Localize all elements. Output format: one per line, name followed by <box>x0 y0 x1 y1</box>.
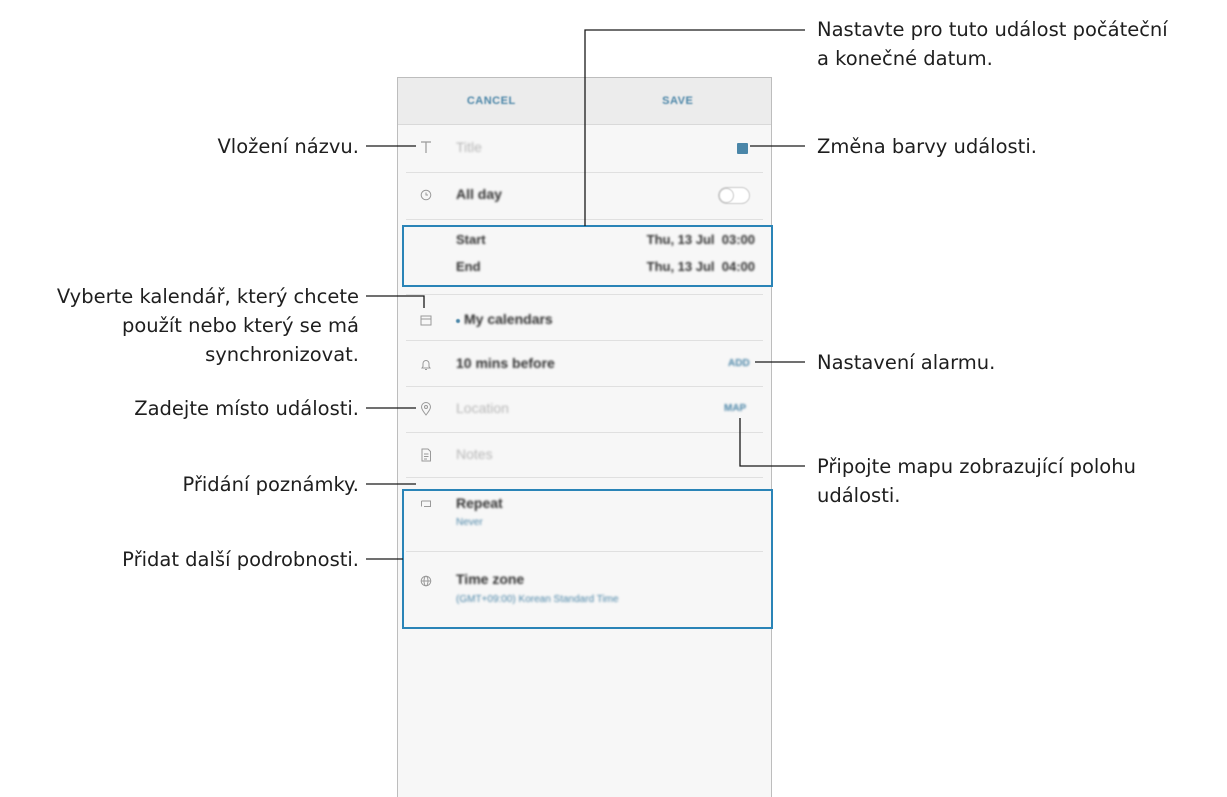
repeat-label: Repeat <box>456 495 503 511</box>
location-pin-icon <box>418 401 434 417</box>
callout-calendar: Vyberte kalendář, který chcete použít ne… <box>57 282 359 369</box>
callout-dates: Nastavte pro tuto událost počáteční a ko… <box>817 15 1168 73</box>
save-button[interactable]: SAVE <box>585 78 772 124</box>
alarm-label: 10 mins before <box>456 355 555 371</box>
note-icon <box>418 447 434 463</box>
text-icon <box>418 139 434 155</box>
callout-note: Přidání poznámky. <box>182 473 359 496</box>
end-value[interactable]: Thu, 13 Jul 04:00 <box>647 259 755 274</box>
callout-calendar-line1: Vyberte kalendář, který chcete <box>56 285 359 308</box>
divider <box>406 477 763 478</box>
timezone-value: (GMT+09:00) Korean Standard Time <box>456 594 619 605</box>
callout-dates-line1: Nastavte pro tuto událost počáteční <box>817 18 1168 41</box>
repeat-icon <box>418 496 434 512</box>
repeat-row[interactable]: Repeat Never <box>398 484 771 550</box>
title-row[interactable]: Title <box>398 124 771 172</box>
calendar-row[interactable]: My calendars <box>398 297 771 343</box>
calendar-label: My calendars <box>464 311 553 327</box>
alarm-row[interactable]: 10 mins before ADD <box>398 342 771 388</box>
callout-map-line2: události. <box>817 484 901 507</box>
start-row[interactable]: Start Thu, 13 Jul 03:00 <box>398 228 771 254</box>
callout-calendar-line3: synchronizovat. <box>205 343 359 366</box>
title-input[interactable]: Title <box>456 139 482 155</box>
repeat-value: Never <box>456 517 483 528</box>
start-value[interactable]: Thu, 13 Jul 03:00 <box>647 232 755 247</box>
callout-calendar-line2: použít nebo který se má <box>121 314 359 337</box>
cancel-button[interactable]: CANCEL <box>398 78 585 124</box>
divider <box>406 340 763 341</box>
divider <box>406 551 763 552</box>
timezone-label: Time zone <box>456 571 525 587</box>
callout-dates-line2: a konečné datum. <box>817 47 993 70</box>
callout-details: Přidat další podrobnosti. <box>122 548 359 571</box>
map-button[interactable]: MAP <box>724 403 746 414</box>
globe-icon <box>418 573 434 589</box>
end-label: End <box>456 259 481 274</box>
calendar-icon <box>418 312 434 328</box>
divider <box>406 219 763 220</box>
start-label: Start <box>456 232 486 247</box>
all-day-row[interactable]: All day <box>398 173 771 219</box>
location-input[interactable]: Location <box>456 400 509 416</box>
event-color-swatch[interactable] <box>737 143 748 154</box>
all-day-label: All day <box>456 186 502 202</box>
location-row[interactable]: Location MAP <box>398 387 771 433</box>
notes-input[interactable]: Notes <box>456 446 493 462</box>
notes-row[interactable]: Notes <box>398 433 771 479</box>
phone-screen: CANCEL SAVE Title All day Start Thu, 13 … <box>397 77 772 797</box>
toggle-knob <box>719 188 734 203</box>
callout-map-line1: Připojte mapu zobrazující polohu <box>817 455 1136 478</box>
callout-color: Změna barvy události. <box>817 135 1037 158</box>
all-day-toggle[interactable] <box>718 187 750 204</box>
calendar-color-dot <box>456 319 460 323</box>
callout-alarm: Nastavení alarmu. <box>817 351 996 374</box>
callout-location: Zadejte místo události. <box>134 397 359 420</box>
callout-title: Vložení názvu. <box>217 135 359 158</box>
action-bar: CANCEL SAVE <box>398 78 771 125</box>
divider <box>406 294 763 295</box>
end-row[interactable]: End Thu, 13 Jul 04:00 <box>398 255 771 281</box>
bell-icon <box>418 356 434 372</box>
timezone-row[interactable]: Time zone (GMT+09:00) Korean Standard Ti… <box>398 560 771 620</box>
add-alarm-button[interactable]: ADD <box>728 358 750 369</box>
clock-icon <box>418 187 434 203</box>
callout-map: Připojte mapu zobrazující polohu událost… <box>817 452 1136 510</box>
